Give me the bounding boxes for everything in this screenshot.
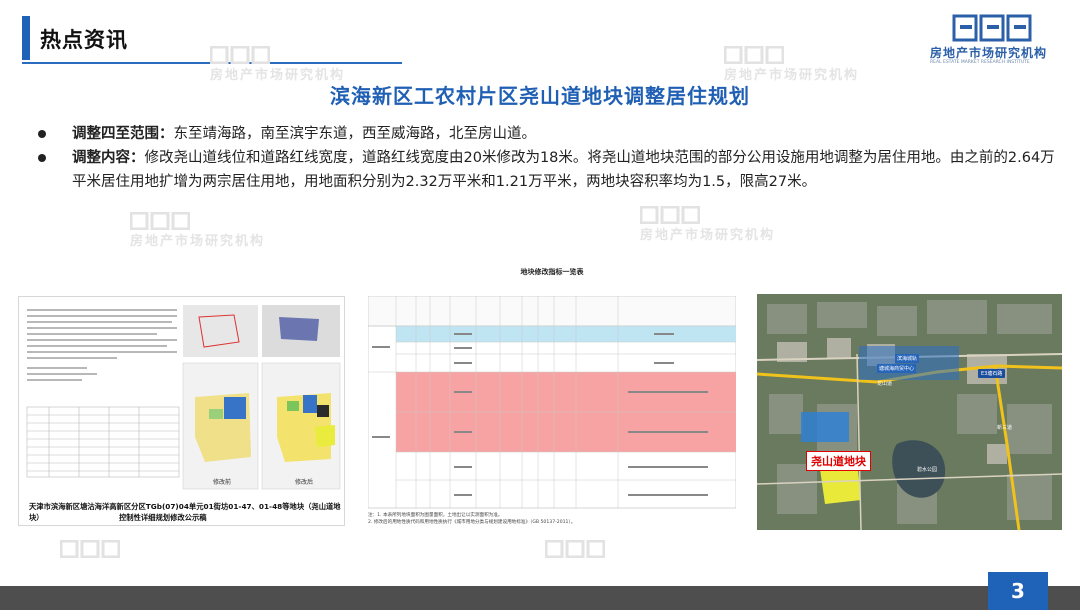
watermark: 房地产市场研究机构: [130, 212, 265, 249]
map-place-2: 碧水公园: [917, 467, 938, 473]
watermark-logo-icon: [60, 540, 120, 558]
watermark: [60, 540, 120, 558]
watermark: 房地产市场研究机构: [640, 206, 775, 243]
bullet-item: 调整四至范围：东至靖海路，南至滨宇东道，西至威海路，北至房山道。: [38, 122, 1058, 146]
header-divider: [22, 62, 402, 64]
logo-365-icon: [952, 14, 1032, 42]
watermark-logo-icon: [130, 212, 190, 230]
bullet-label: 调整内容：: [72, 150, 145, 166]
watermark-text: 房地产市场研究机构: [640, 228, 776, 243]
logo-cn-text: 房地产市场研究机构: [930, 46, 1048, 60]
bullet-text: 修改尧山道线位和道路红线宽度，道路红线宽度由20米修改为18米。将尧山道地块范围…: [72, 150, 1055, 190]
map-place-3: 新三道: [997, 425, 1013, 431]
table-note-2: 2. 修改后的用地性质代码和用地性质执行《城市用地分类与规划建设用地标准》（GB…: [368, 520, 576, 525]
page-number: 3: [988, 572, 1048, 610]
planning-notice-illustration: [26, 305, 341, 490]
section-title: 热点资讯: [40, 28, 128, 52]
bullet-list: 调整四至范围：东至靖海路，南至滨宇东道，西至威海路，北至房山道。 调整内容：修改…: [38, 122, 1058, 194]
main-title: 滨海新区工农村片区尧山道地块调整居住规划: [330, 84, 750, 108]
table-notes: 注：1. 本表所列地块面积为图量面积，土地出让以实测面积为准。 2. 修改后的用…: [368, 512, 575, 526]
aerial-map-image: 滨海城轨 塘城海商贸中心 龙山道 碧水公园 新三道: [757, 294, 1062, 530]
map-tag-2: 塘城海商贸中心: [877, 364, 917, 373]
planning-notice-image: 修改前 修改后 天津市滨海新区塘沽海洋高新区分区TGb(07)04单元01街坊0…: [18, 296, 345, 526]
watermark-logo-icon: [640, 206, 700, 224]
bullet-text: 东至靖海路，南至滨宇东道，西至威海路，北至房山道。: [173, 126, 537, 142]
map-highlight-label: 尧山道地块: [806, 451, 871, 471]
watermark: 房地产市场研究机构: [210, 46, 345, 83]
table-title: 地块修改指标一览表: [520, 268, 584, 276]
brand-logo: 房地产市场研究机构 REAL ESTATE MARKET RESEARCH IN…: [930, 14, 1050, 66]
aerial-map-illustration: [757, 294, 1062, 530]
footer-bar: [0, 586, 1080, 610]
header-accent-bar: [22, 16, 30, 60]
map-label-before: 修改前: [213, 479, 232, 486]
table-note-1: 注：1. 本表所列地块面积为图量面积，土地出让以实测面积为准。: [368, 513, 503, 518]
bullet-dot-icon: [38, 130, 46, 138]
map-label-after: 修改后: [295, 479, 314, 486]
bullet-dot-icon: [38, 154, 46, 162]
map-road-label: E3塘石路: [978, 369, 1006, 378]
watermark-text: 房地产市场研究机构: [130, 234, 266, 249]
notice-caption-line2: 控制性详细规划修改公示稿: [119, 513, 207, 522]
map-tag-1: 滨海城轨: [895, 354, 920, 363]
watermark-logo-icon: [724, 46, 784, 64]
watermark-logo-icon: [545, 540, 605, 558]
index-table-illustration: [368, 296, 736, 509]
watermark: 房地产市场研究机构: [724, 46, 859, 83]
watermark: [545, 540, 605, 558]
land-index-table-image: 地块修改指标一览表 注：1. 本表所列地块面积为图量面积，土地出让以实测面积为准…: [368, 262, 736, 530]
bullet-item: 调整内容：修改尧山道线位和道路红线宽度，道路红线宽度由20米修改为18米。将尧山…: [38, 146, 1058, 194]
map-place-1: 龙山道: [877, 381, 893, 387]
logo-en-text: REAL ESTATE MARKET RESEARCH INSTITUTE: [930, 60, 1030, 65]
bullet-label: 调整四至范围：: [72, 126, 174, 142]
